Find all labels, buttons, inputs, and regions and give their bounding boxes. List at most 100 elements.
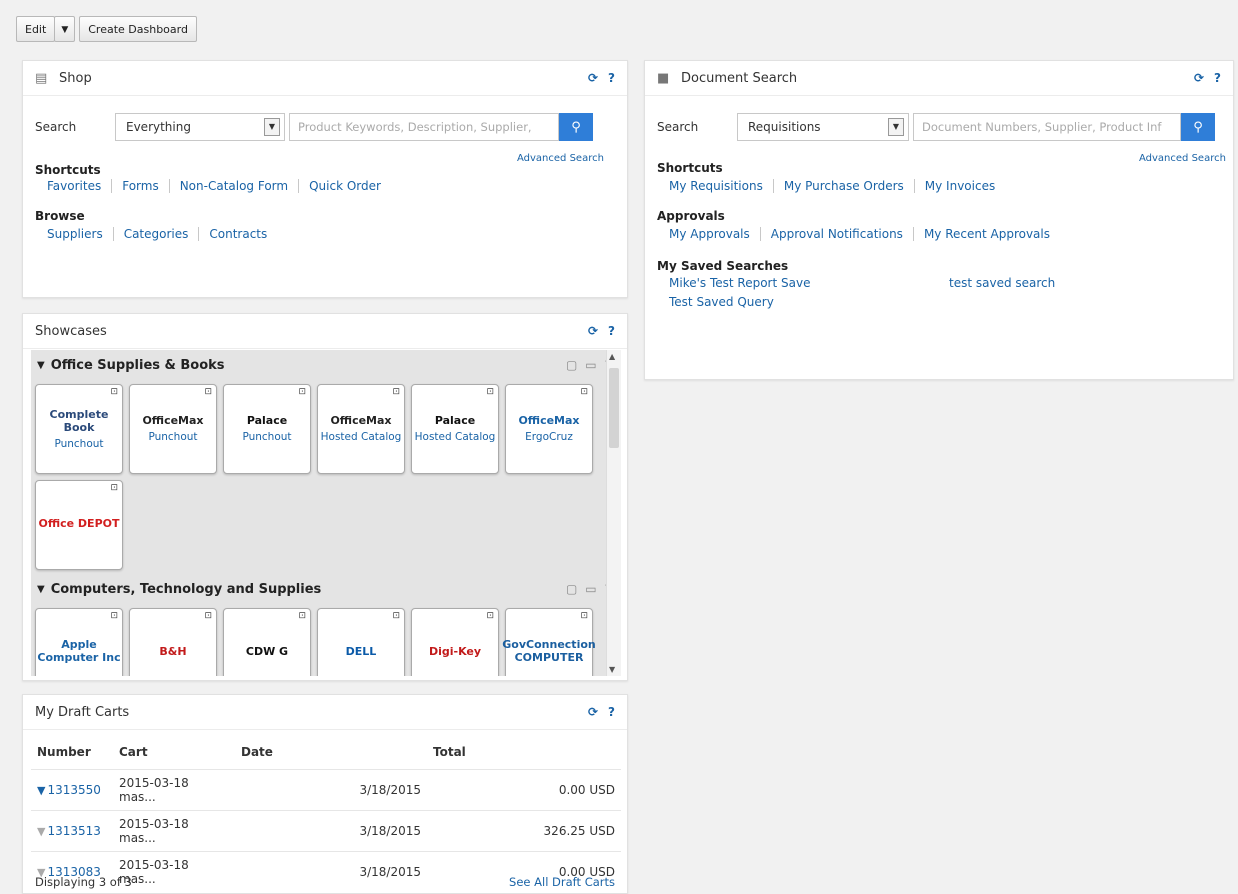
showcase-tile[interactable]: ⊡ CDW G [223,608,311,676]
showcase-tile[interactable]: ⊡ Complete Book Punchout [35,384,123,474]
book-icon[interactable]: ▭ [585,358,596,372]
shop-advanced-search-link[interactable]: Advanced Search [517,153,604,164]
doc-scope-value: Requisitions [748,120,821,134]
document-icon[interactable]: ▢ [566,582,577,596]
document-icon[interactable]: ▢ [566,358,577,372]
shop-search-button[interactable]: ⚲ [559,113,593,141]
shop-scope-select[interactable]: Everything ▼ [115,113,285,141]
document-search-title: Document Search [681,70,798,86]
shop-search-placeholder: Product Keywords, Description, Supplier, [298,120,532,134]
refresh-icon[interactable]: ⟳ [588,324,598,338]
table-header-row: Number Cart Date Total [31,735,621,770]
shortcut-non-catalog-form[interactable]: Non-Catalog Form [180,179,288,193]
create-dashboard-button[interactable]: Create Dashboard [79,16,197,42]
saved-searches-title: My Saved Searches [657,259,789,273]
book-icon[interactable]: ▭ [585,582,596,596]
showcase-tile[interactable]: ⊡ OfficeMax Hosted Catalog [317,384,405,474]
shortcut-my-purchase-orders[interactable]: My Purchase Orders [784,179,904,193]
doc-shortcuts: My Requisitions My Purchase Orders My In… [669,179,995,193]
refresh-icon[interactable]: ⟳ [1194,71,1204,85]
scroll-up-icon[interactable]: ▲ [609,352,615,361]
divider [198,227,200,241]
tile-caption: Punchout [54,437,104,450]
pin-icon[interactable]: ⊡ [392,387,400,397]
cart-number-link[interactable]: 1313550 [47,783,100,797]
showcase-tile[interactable]: ⊡ DELL [317,608,405,676]
pin-icon[interactable]: ⊡ [204,611,212,621]
scroll-thumb[interactable] [609,368,619,448]
see-all-draft-carts-link[interactable]: See All Draft Carts [509,875,615,889]
chevron-down-icon: ▼ [264,118,280,136]
refresh-icon[interactable]: ⟳ [588,71,598,85]
pin-icon[interactable]: ⊡ [298,611,306,621]
chevron-down-icon: ▼ [888,118,904,136]
help-icon[interactable]: ? [608,324,615,338]
doc-search-button[interactable]: ⚲ [1181,113,1215,141]
approval-notifications[interactable]: Approval Notifications [771,227,903,241]
shortcut-forms[interactable]: Forms [122,179,158,193]
pin-icon[interactable]: ⊡ [110,387,118,397]
pin-icon[interactable]: ⊡ [298,387,306,397]
edit-button[interactable]: Edit [16,16,56,42]
pin-icon[interactable]: ⊡ [110,483,118,493]
doc-search-input[interactable]: Document Numbers, Supplier, Product Inf [913,113,1181,141]
chevron-down-icon[interactable]: ▼ [37,584,45,595]
pin-icon[interactable]: ⊡ [580,387,588,397]
showcase-category-header[interactable]: ▼Office Supplies & Books▢▭? [31,350,617,380]
shop-title: Shop [59,70,92,86]
divider [913,179,915,193]
browse-contracts[interactable]: Contracts [209,227,267,241]
approval-my-recent-approvals[interactable]: My Recent Approvals [924,227,1050,241]
cart-total-cell: 0.00 USD [427,769,621,811]
showcase-tile[interactable]: ⊡ OfficeMax ErgoCruz [505,384,593,474]
draft-carts-title: My Draft Carts [35,704,130,720]
refresh-icon[interactable]: ⟳ [588,705,598,719]
help-icon[interactable]: ? [1214,71,1221,85]
browse-categories[interactable]: Categories [124,227,189,241]
scroll-down-icon[interactable]: ▼ [609,665,615,674]
cart-number-link[interactable]: 1313513 [47,824,100,838]
document-icon: ■ [657,71,670,86]
browse-suppliers[interactable]: Suppliers [47,227,103,241]
showcase-tile[interactable]: ⊡ Apple Computer Inc [35,608,123,676]
shortcut-favorites[interactable]: Favorites [47,179,101,193]
shortcut-my-requisitions[interactable]: My Requisitions [669,179,763,193]
tile-caption: Punchout [148,431,198,443]
showcase-category-header[interactable]: ▼Computers, Technology and Supplies▢▭? [31,574,617,604]
col-number: Number [37,745,91,759]
cart-icon: ▼ [37,784,46,797]
pin-icon[interactable]: ⊡ [110,611,118,621]
help-icon[interactable]: ? [608,71,615,85]
showcase-tile[interactable]: ⊡ B&H [129,608,217,676]
showcase-category-title: Computers, Technology and Supplies [50,581,322,597]
showcase-tile[interactable]: ⊡ Office DEPOT [35,480,123,570]
showcase-tiles: ⊡ Apple Computer Inc ⊡ B&H ⊡ CDW G ⊡ DELL ⊡ Digi-… [31,604,617,676]
approval-my-approvals[interactable]: My Approvals [669,227,750,241]
saved-search-item[interactable]: Test Saved Query [669,295,774,309]
pin-icon[interactable]: ⊡ [392,611,400,621]
shop-search-input[interactable]: Product Keywords, Description, Supplier, [289,113,559,141]
showcase-scrollbar[interactable]: ▲ ▼ [606,350,621,676]
saved-search-item[interactable]: Mike's Test Report Save [669,276,810,290]
showcase-tile[interactable]: ⊡ Palace Hosted Catalog [411,384,499,474]
showcase-tile[interactable]: ⊡ OfficeMax Punchout [129,384,217,474]
showcase-tile[interactable]: ⊡ Digi-Key [411,608,499,676]
shortcut-my-invoices[interactable]: My Invoices [925,179,995,193]
pin-icon[interactable]: ⊡ [486,611,494,621]
showcase-tile[interactable]: ⊡ GovConnection COMPUTER [502,608,596,676]
saved-search-item[interactable]: test saved search [949,276,1055,290]
pin-icon[interactable]: ⊡ [486,387,494,397]
supplier-logo: B&H [159,644,187,658]
doc-scope-select[interactable]: Requisitions ▼ [737,113,909,141]
pin-icon[interactable]: ⊡ [580,611,588,621]
pin-icon[interactable]: ⊡ [204,387,212,397]
doc-advanced-search-link[interactable]: Advanced Search [1139,153,1226,164]
chevron-down-icon[interactable]: ▼ [37,360,45,371]
showcase-tile[interactable]: ⊡ Palace Punchout [223,384,311,474]
showcases-title: Showcases [35,323,107,339]
draft-carts-header: My Draft Carts ⟳ ? [23,695,627,730]
cart-name-cell: 2015-03-18 mas... [113,769,235,811]
help-icon[interactable]: ? [608,705,615,719]
edit-dropdown-button[interactable]: ▼ [54,16,76,42]
shortcut-quick-order[interactable]: Quick Order [309,179,381,193]
